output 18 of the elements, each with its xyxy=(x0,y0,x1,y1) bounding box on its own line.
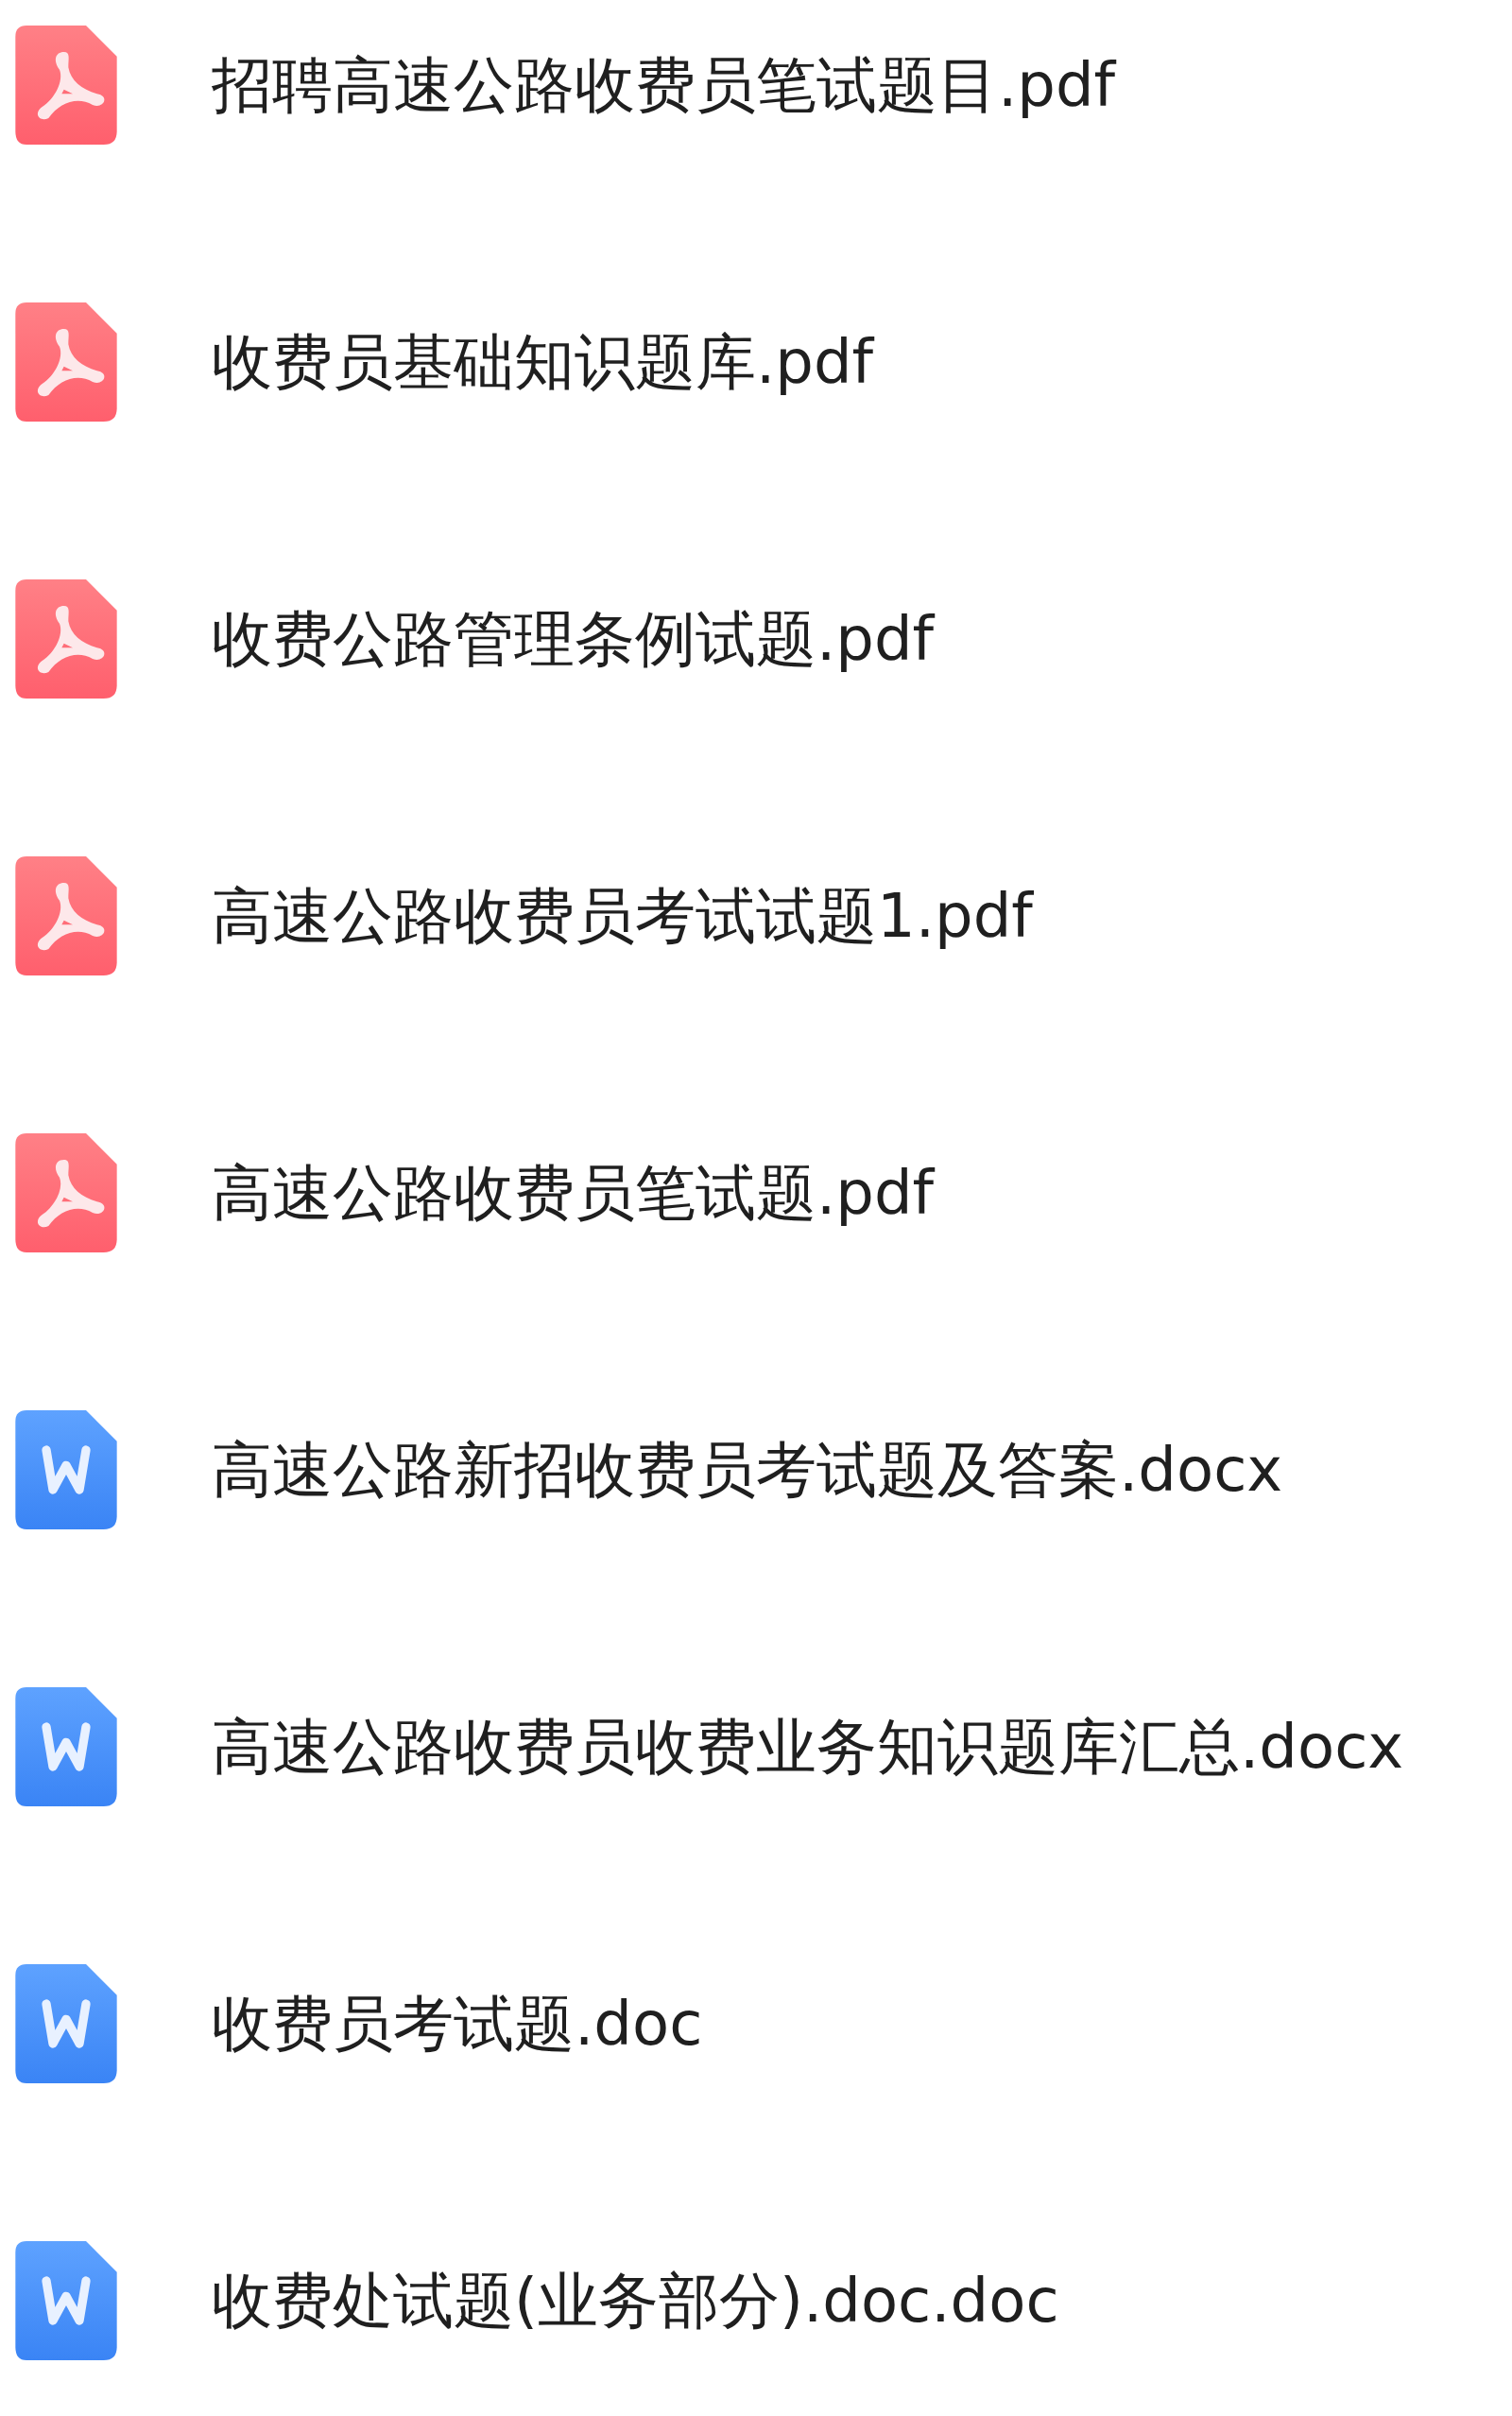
pdf-file-icon xyxy=(15,579,117,699)
word-file-icon xyxy=(15,1964,117,2083)
file-name[interactable]: 收费员考试题.doc xyxy=(212,1990,703,2058)
file-name[interactable]: 高速公路收费员考试试题1.pdf xyxy=(212,882,1033,950)
pdf-file-icon xyxy=(15,856,117,975)
file-name[interactable]: 高速公路收费员笔试题.pdf xyxy=(212,1159,935,1227)
pdf-file-icon xyxy=(15,26,117,145)
file-name[interactable]: 高速公路新招收费员考试题及答案.docx xyxy=(212,1436,1283,1504)
word-file-icon xyxy=(15,1410,117,1529)
pdf-file-icon xyxy=(15,1133,117,1252)
pdf-file-icon xyxy=(15,302,117,422)
file-name[interactable]: 高速公路收费员收费业务知识题库汇总.docx xyxy=(212,1713,1404,1781)
file-name[interactable]: 招聘高速公路收费员笔试题目.pdf xyxy=(212,51,1116,119)
file-name[interactable]: 收费员基础知识题库.pdf xyxy=(212,328,874,396)
file-name[interactable]: 收费处试题(业务部分).doc.doc xyxy=(212,2267,1059,2335)
word-file-icon xyxy=(15,1687,117,1806)
file-name[interactable]: 收费公路管理条例试题.pdf xyxy=(212,605,935,673)
word-file-icon xyxy=(15,2241,117,2360)
